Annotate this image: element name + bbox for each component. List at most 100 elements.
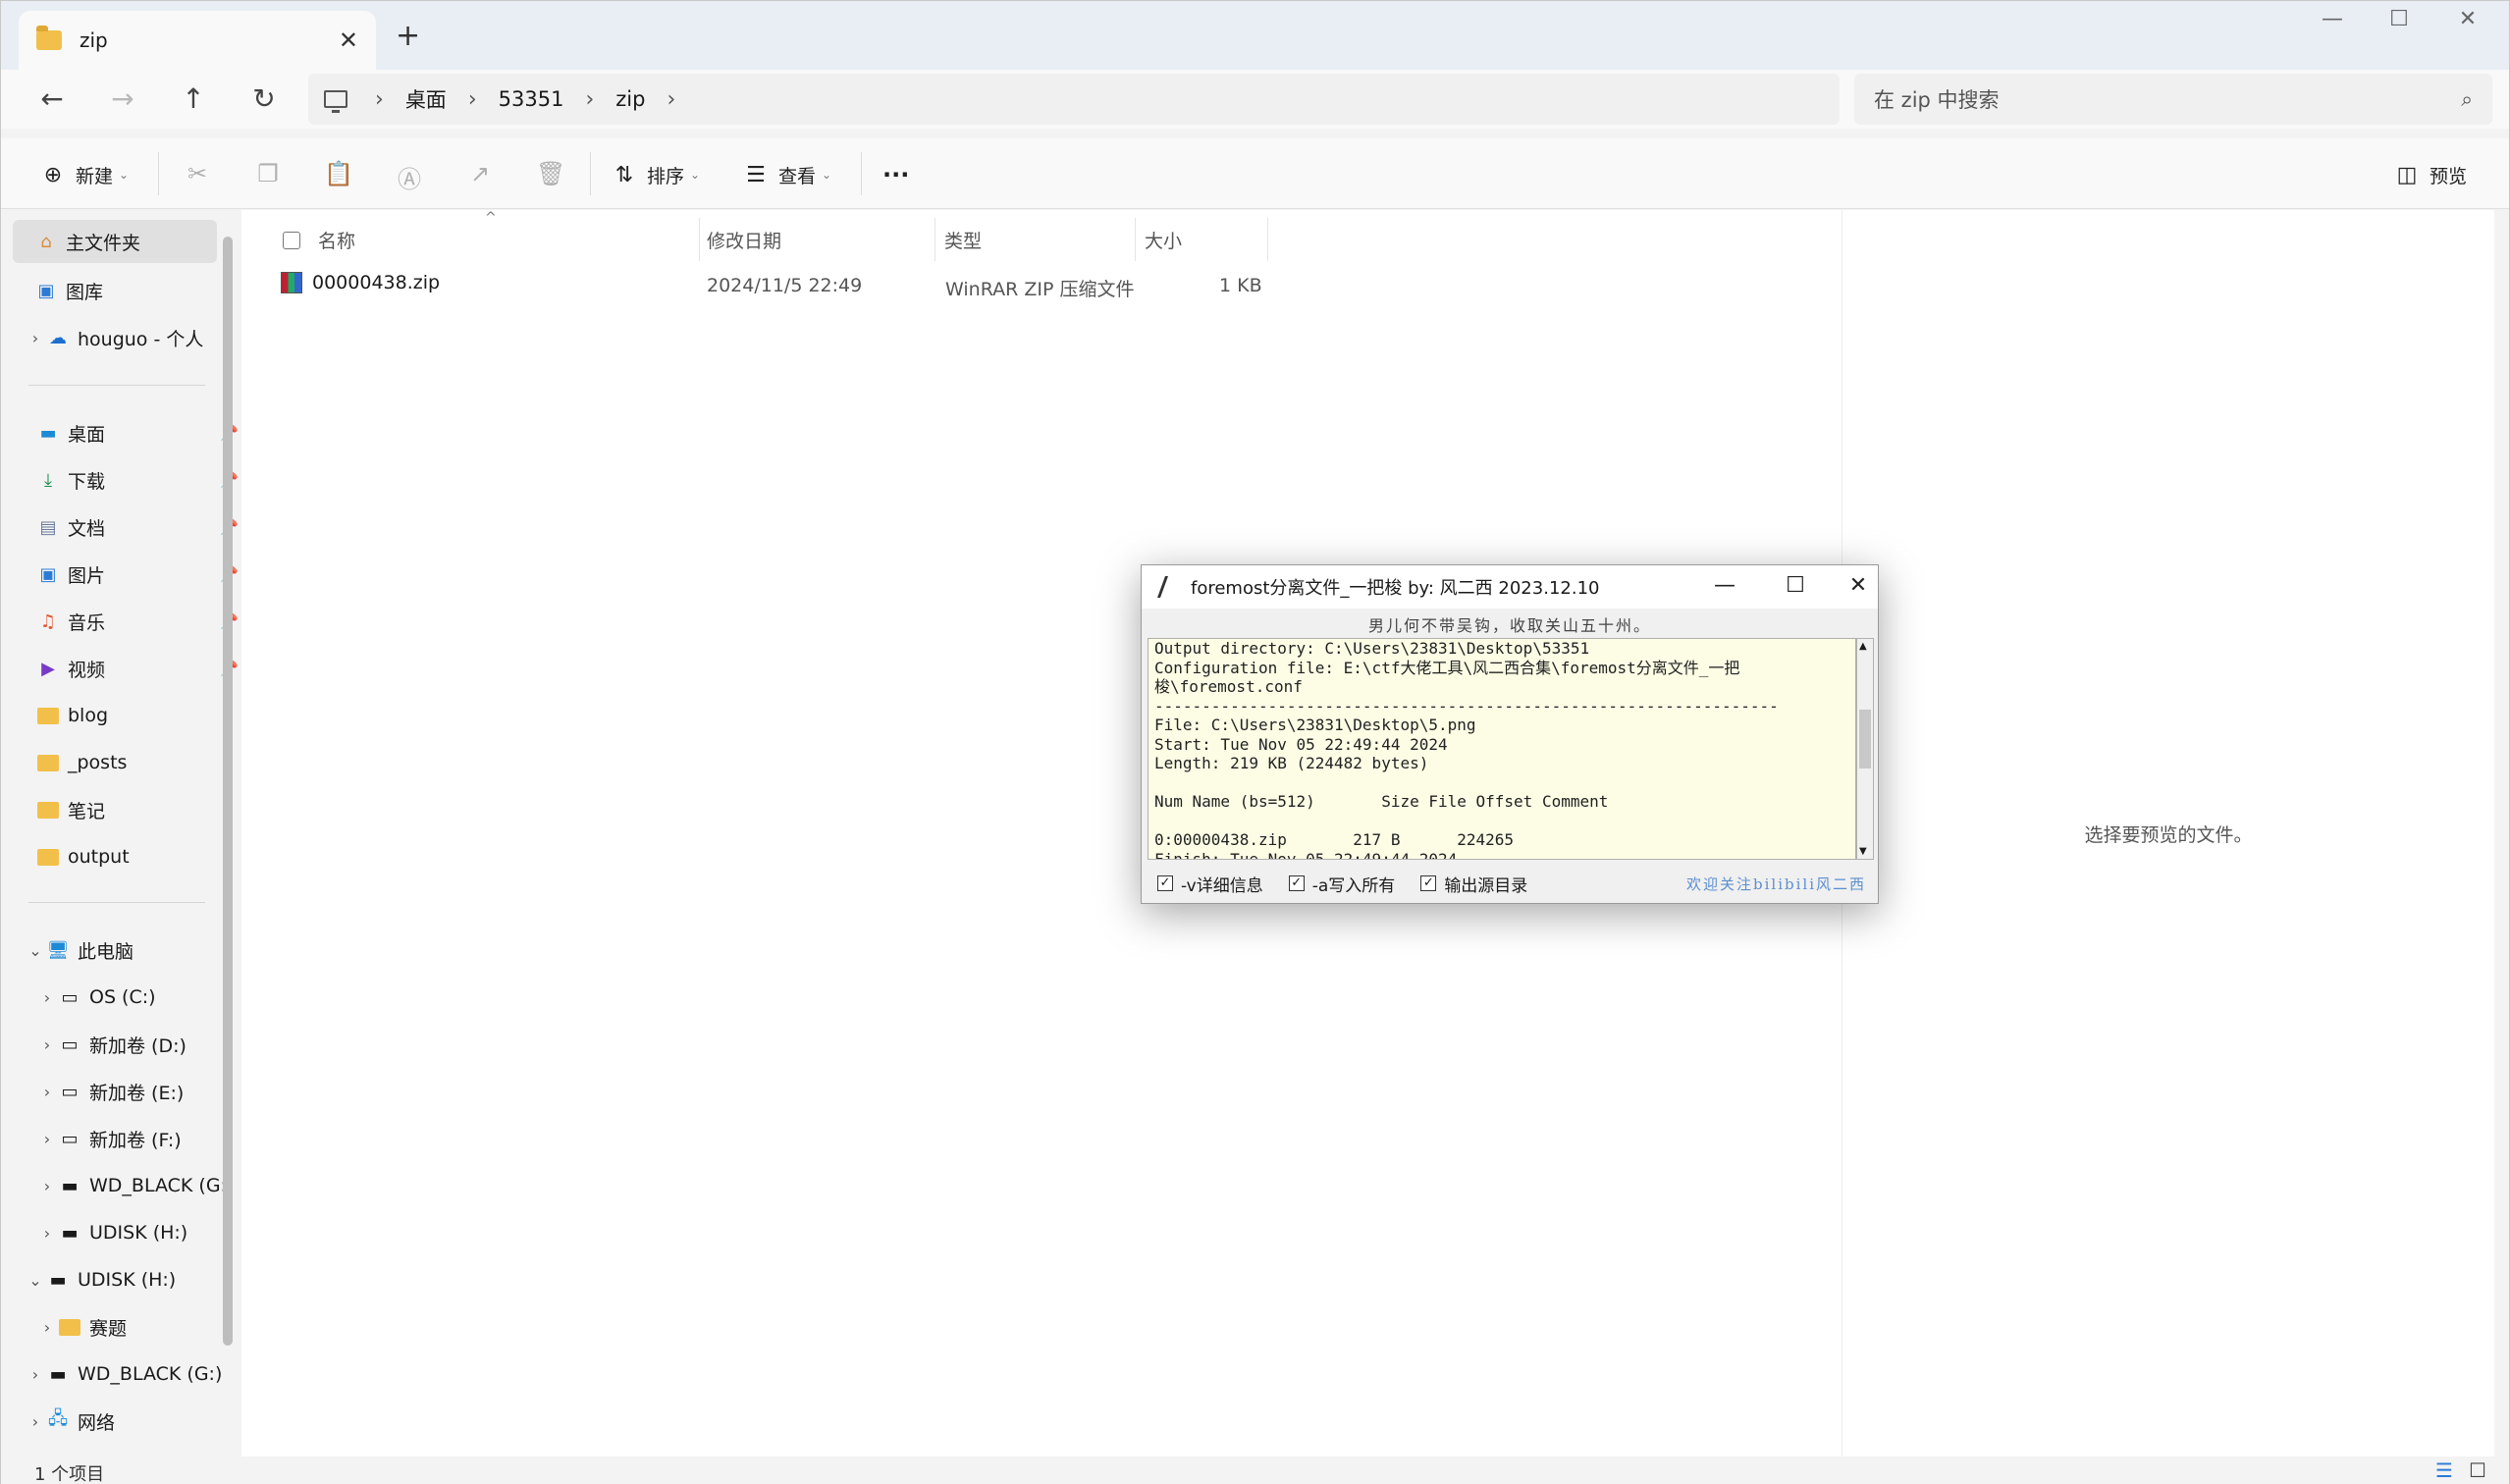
chevron-right-icon[interactable]: › [36, 1224, 58, 1243]
column-header-type[interactable]: 类型 [944, 220, 982, 259]
close-window-button[interactable]: ✕ [2433, 7, 2502, 31]
back-button[interactable]: ← [32, 80, 72, 119]
tiles-view-icon[interactable]: ☐ [2469, 1458, 2486, 1482]
foremost-dialog: foremost分离文件_一把梭 by: 风二西 2023.12.10 — ☐ … [1141, 564, 1879, 904]
maximize-button[interactable]: ☐ [2365, 7, 2433, 31]
chevron-right-icon[interactable]: › [36, 1083, 58, 1101]
select-all-checkbox[interactable] [283, 232, 300, 249]
sidebar-item-wd-black[interactable]: › ▬ WD_BLACK (G:) [25, 1352, 240, 1396]
sidebar-item-posts[interactable]: _posts [36, 741, 252, 784]
sidebar-item-drive-g[interactable]: › ▬ WD_BLACK (G:) [36, 1164, 252, 1207]
column-header-name[interactable]: 名称 [318, 220, 355, 259]
write-all-checkbox[interactable]: ✓ [1288, 875, 1305, 891]
delete-icon[interactable]: 🗑 [536, 160, 565, 189]
sidebar-item-drive-h[interactable]: › ▬ UDISK (H:) [36, 1211, 252, 1254]
copy-icon[interactable]: ❐ [253, 160, 283, 189]
rename-icon[interactable]: Ⓐ [395, 160, 424, 193]
verbose-checkbox[interactable]: ✓ [1157, 875, 1173, 891]
sidebar-item-label: UDISK (H:) [78, 1269, 177, 1291]
sidebar-item-label: 网络 [78, 1411, 116, 1434]
new-button[interactable]: ⊕ 新建 ⌄ [40, 158, 129, 191]
output-log[interactable]: Output directory: C:\Users\23831\Desktop… [1148, 638, 1856, 860]
output-source-dir-option[interactable]: ✓ 输出源目录 [1420, 872, 1527, 896]
share-icon[interactable]: ↗ [465, 160, 495, 189]
dialog-minimize-button[interactable]: — [1705, 573, 1744, 601]
sidebar-item-this-pc[interactable]: ⌄ 🖥 此电脑 [25, 928, 240, 972]
scrollbar-thumb[interactable] [1859, 710, 1871, 768]
sidebar-item-label: houguo - 个人 [78, 328, 204, 350]
sidebar-scrollbar[interactable] [223, 237, 233, 1346]
sidebar-item-drive-e[interactable]: › ▭ 新加卷 (E:) [36, 1070, 252, 1113]
cut-icon[interactable]: ✂ [183, 160, 212, 189]
sidebar-item-pictures[interactable]: ▣ 图片 📌 [36, 553, 252, 596]
column-header-size[interactable]: 大小 [1145, 220, 1182, 259]
search-input[interactable]: 在 zip 中搜索 ⌕ [1854, 74, 2492, 125]
sidebar-item-home[interactable]: ⌂ 主文件夹 [13, 220, 217, 263]
up-button[interactable]: ↑ [174, 80, 213, 119]
forward-button[interactable]: → [103, 80, 142, 119]
sidebar-item-drive-c[interactable]: › ▭ OS (C:) [36, 976, 252, 1019]
breadcrumb-item[interactable]: 53351 [499, 87, 564, 111]
sidebar-item-udisk[interactable]: ⌄ ▬ UDISK (H:) [25, 1258, 240, 1301]
log-scrollbar[interactable]: ▲ ▼ [1856, 638, 1874, 860]
chevron-right-icon[interactable]: › [25, 1365, 46, 1384]
output-source-dir-label: 输出源目录 [1444, 875, 1528, 896]
paste-icon[interactable]: 📋 [324, 160, 353, 189]
search-icon: ⌕ [2461, 86, 2473, 111]
write-all-label: -a写入所有 [1311, 875, 1396, 896]
refresh-button[interactable]: ↻ [244, 80, 284, 119]
view-button[interactable]: ☰ 查看 ⌄ [743, 158, 831, 191]
tab-zip[interactable]: zip ✕ [19, 11, 376, 70]
sidebar-item-gallery[interactable]: ▣ 图库 [13, 269, 229, 312]
column-divider[interactable] [699, 218, 700, 261]
chevron-right-icon[interactable]: › [36, 1318, 58, 1337]
sidebar-item-drive-f[interactable]: › ▭ 新加卷 (F:) [36, 1117, 252, 1160]
sidebar-item-label: 新加卷 (F:) [89, 1129, 182, 1151]
address-bar[interactable]: › 桌面 › 53351 › zip › [308, 74, 1840, 125]
file-row[interactable]: 00000438.zip [281, 263, 1508, 302]
verbose-option[interactable]: ✓ -v详细信息 [1157, 872, 1263, 896]
sidebar-item-downloads[interactable]: ⤓ 下载 📌 [36, 458, 252, 502]
sidebar-item-music[interactable]: ♫ 音乐 📌 [36, 600, 252, 643]
sidebar-item-network[interactable]: › 🖧 网络 [25, 1400, 240, 1443]
sort-button[interactable]: ⇅ 排序 ⌄ [612, 158, 700, 191]
more-options-button[interactable]: ··· [882, 158, 909, 191]
sidebar-item-output[interactable]: output [36, 835, 252, 878]
chevron-right-icon[interactable]: › [36, 1035, 58, 1054]
chevron-right-icon[interactable]: › [25, 1412, 46, 1431]
breadcrumb-item[interactable]: zip [615, 87, 645, 111]
chevron-right-icon[interactable]: › [36, 988, 58, 1007]
sidebar-item-videos[interactable]: ▶ 视频 📌 [36, 647, 252, 690]
dialog-maximize-button[interactable]: ☐ [1776, 573, 1815, 601]
new-tab-button[interactable]: + [396, 19, 420, 53]
output-source-dir-checkbox[interactable]: ✓ [1420, 875, 1437, 891]
write-all-option[interactable]: ✓ -a写入所有 [1288, 872, 1396, 896]
sidebar-item-drive-d[interactable]: › ▭ 新加卷 (D:) [36, 1023, 252, 1066]
sidebar-item-blog[interactable]: blog [36, 694, 252, 737]
column-divider[interactable] [1135, 218, 1136, 261]
breadcrumb-item[interactable]: 桌面 [405, 84, 447, 114]
chevron-right-icon[interactable]: › [36, 1130, 58, 1148]
sidebar-item-documents[interactable]: ▤ 文档 📌 [36, 505, 252, 549]
column-header-modified[interactable]: 修改日期 [707, 220, 781, 259]
chevron-right-icon[interactable]: › [36, 1177, 58, 1195]
close-tab-icon[interactable]: ✕ [339, 26, 358, 54]
sidebar-item-saiti[interactable]: › 赛题 [36, 1305, 252, 1349]
scroll-down-icon[interactable]: ▼ [1859, 846, 1867, 857]
sidebar-item-label: blog [68, 705, 109, 726]
dialog-titlebar[interactable]: foremost分离文件_一把梭 by: 风二西 2023.12.10 — ☐ … [1142, 565, 1878, 609]
details-view-icon[interactable]: ☰ [2435, 1458, 2453, 1482]
column-divider[interactable] [1267, 218, 1268, 261]
chevron-down-icon[interactable]: ⌄ [25, 941, 46, 960]
sidebar-item-onedrive[interactable]: › ☁ houguo - 个人 [25, 316, 240, 359]
sidebar-item-label: 赛题 [89, 1317, 128, 1340]
sidebar-item-desktop[interactable]: ▬ 桌面 📌 [36, 411, 252, 454]
chevron-down-icon[interactable]: ⌄ [25, 1271, 46, 1290]
minimize-button[interactable]: — [2298, 7, 2367, 31]
dialog-close-button[interactable]: ✕ [1839, 573, 1878, 601]
sidebar-item-notes[interactable]: 笔记 [36, 788, 252, 831]
scroll-up-icon[interactable]: ▲ [1859, 641, 1867, 652]
file-name: 00000438.zip [312, 272, 441, 293]
preview-button[interactable]: ◫ 预览 [2394, 158, 2467, 191]
chevron-right-icon[interactable]: › [25, 329, 46, 347]
